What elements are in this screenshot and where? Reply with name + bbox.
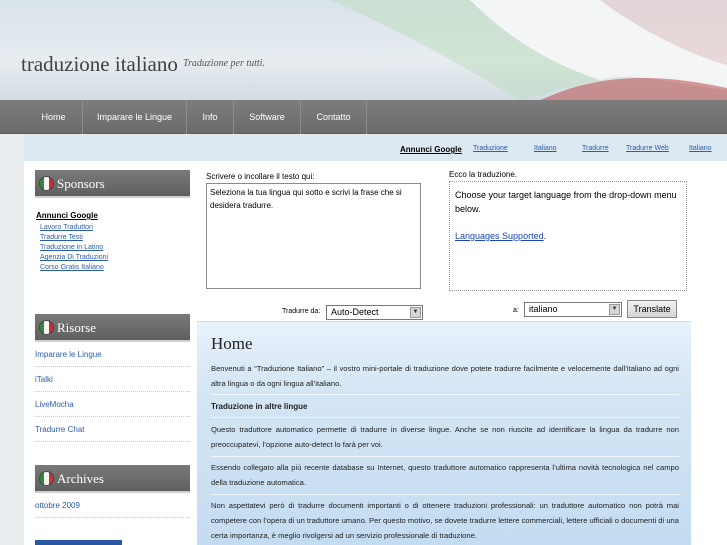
sponsors-heading: Sponsors (35, 170, 190, 198)
nav-home[interactable]: Home (25, 100, 83, 134)
nav-contatto[interactable]: Contatto (301, 100, 367, 134)
italy-flag-icon (39, 471, 54, 486)
page-title: Home (211, 334, 253, 353)
ad-link-traduzione[interactable]: Traduzione (473, 145, 508, 152)
main-nav: Home Imparare le Lingue Info Software Co… (0, 100, 727, 134)
home-article: Home Benvenuti a “Traduzione Italiano” –… (197, 321, 691, 545)
ad-link-italiano-2[interactable]: Italiano (689, 145, 712, 152)
ad-link-tradurre[interactable]: Tradurre (582, 145, 609, 152)
home-paragraph: Non aspettatevi però di tradurre documen… (211, 501, 679, 540)
risorse-list: Imparare le Lingue iTalki LiveMocha Trad… (35, 342, 190, 442)
site-title[interactable]: traduzione italiano (21, 52, 178, 77)
home-intro: Benvenuti a “Traduzione Italiano” – il v… (211, 364, 679, 388)
sponsor-link[interactable]: Corso Gratis Italiano (40, 263, 186, 273)
nav-software[interactable]: Software (234, 100, 301, 134)
italy-flag-icon (39, 176, 54, 191)
divider (211, 417, 679, 418)
to-language-select[interactable]: italiano ▼ (524, 302, 622, 317)
italian-flag-graphic (330, 0, 727, 100)
output-label: Ecco la traduzione. (449, 170, 518, 179)
home-paragraph: Essendo collegato alla più recente datab… (211, 463, 679, 487)
archives-heading: Archives (35, 465, 190, 493)
ads-strip: Annunci Google Traduzione Italiano Tradu… (24, 135, 727, 161)
input-label: Scrivere o incollare il testo qui: (206, 172, 315, 181)
output-text: Choose your target language from the dro… (455, 190, 677, 214)
home-paragraph: Questo traduttore automatico permette di… (211, 425, 679, 449)
to-language-label: a: (513, 307, 519, 314)
risorse-heading: Risorse (35, 314, 190, 342)
risorse-link[interactable]: Tradurre Chat (35, 417, 190, 442)
ad-link-tradurre-web[interactable]: Tradurre Web (626, 145, 669, 152)
translate-button[interactable]: Translate (627, 300, 677, 318)
chevron-down-icon[interactable]: ▼ (609, 304, 620, 315)
archives-list: ottobre 2009 (35, 493, 190, 518)
nav-info[interactable]: Info (187, 100, 234, 134)
languages-supported-link[interactable]: Languages Supported (455, 231, 544, 241)
risorse-link[interactable]: Imparare le Lingue (35, 342, 190, 367)
sponsor-link[interactable]: Lavoro Traduttori (40, 223, 186, 233)
italy-flag-icon (39, 320, 54, 335)
source-text-input[interactable]: Seleziona la tua lingua qui sotto e scri… (206, 183, 421, 289)
divider (211, 456, 679, 457)
header-banner: traduzione italiano Traduzione per tutti… (0, 0, 727, 100)
sponsors-ads: Annunci Google Lavoro Traduttori Tradurr… (36, 211, 186, 273)
sponsor-link[interactable]: Agenzia Di Traduzioni (40, 253, 186, 263)
risorse-link[interactable]: LiveMocha (35, 392, 190, 417)
sponsor-link[interactable]: Traduzione in Latino (40, 243, 186, 253)
sidebar-banner-block (35, 540, 122, 545)
archive-link[interactable]: ottobre 2009 (35, 493, 190, 518)
chevron-down-icon[interactable]: ▼ (410, 307, 421, 318)
sponsor-link[interactable]: Tradurre Testi (40, 233, 186, 243)
site-tagline: Traduzione per tutti. (183, 58, 265, 69)
sponsor-ads-label[interactable]: Annunci Google (36, 211, 186, 220)
divider (211, 494, 679, 495)
translation-output: Choose your target language from the dro… (449, 181, 687, 291)
ads-strip-label[interactable]: Annunci Google (400, 145, 462, 154)
from-language-select[interactable]: Auto-Detect ▼ (326, 305, 423, 320)
risorse-link[interactable]: iTalki (35, 367, 190, 392)
home-subheading: Traduzione in altre lingue (211, 402, 308, 411)
content-panel: Annunci Google Traduzione Italiano Tradu… (24, 135, 727, 545)
nav-imparare-le-lingue[interactable]: Imparare le Lingue (83, 100, 187, 134)
from-language-label: Tradurre da: (282, 308, 321, 315)
ad-link-italiano[interactable]: Italiano (534, 145, 557, 152)
divider (211, 394, 679, 395)
